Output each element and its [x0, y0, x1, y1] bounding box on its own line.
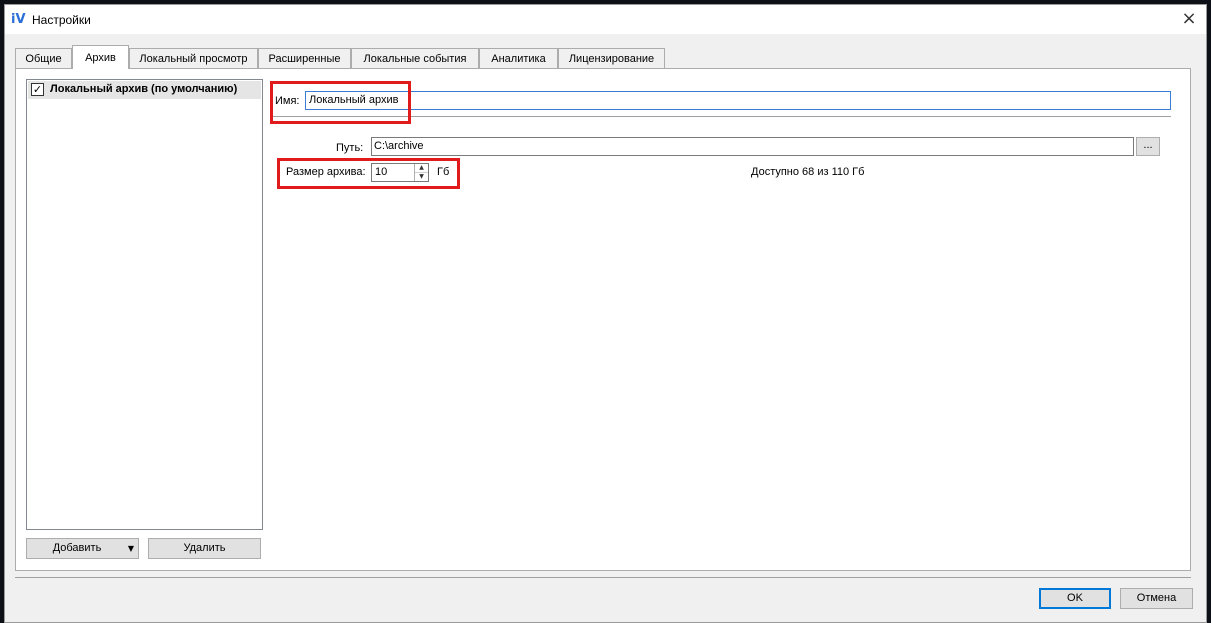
spin-down-icon[interactable]: ▼: [415, 173, 428, 181]
tab-licensing[interactable]: Лицензирование: [558, 48, 665, 68]
spin-buttons: ▲ ▼: [414, 164, 428, 181]
dropdown-caret-icon[interactable]: ▼: [128, 539, 134, 558]
dialog-divider: [15, 577, 1191, 578]
name-label: Имя:: [275, 95, 300, 107]
archive-size-label: Размер архива:: [286, 166, 366, 178]
available-space-text: Доступно 68 из 110 Гб: [751, 166, 865, 178]
tab-analytics[interactable]: Аналитика: [479, 48, 558, 68]
tab-general[interactable]: Общие: [15, 48, 72, 68]
tab-advanced[interactable]: Расширенные: [258, 48, 351, 68]
cancel-button[interactable]: Отмена: [1120, 588, 1193, 609]
path-input[interactable]: C:\archive: [371, 137, 1134, 156]
name-input[interactable]: Локальный архив: [305, 91, 1171, 110]
archive-size-value[interactable]: 10: [375, 166, 387, 178]
ok-button[interactable]: OK: [1039, 588, 1111, 609]
settings-window: iV Настройки × Общие Архив Локальный про…: [4, 4, 1207, 623]
browse-button[interactable]: ...: [1136, 137, 1160, 156]
close-icon[interactable]: ×: [1178, 9, 1200, 29]
archive-list[interactable]: ✓ Локальный архив (по умолчанию): [26, 79, 263, 530]
archive-tab-panel: ✓ Локальный архив (по умолчанию) Добавит…: [15, 68, 1191, 571]
add-button-label: Добавить: [52, 542, 102, 554]
tab-local-events[interactable]: Локальные события: [351, 48, 479, 68]
size-unit-label: Гб: [437, 166, 450, 178]
app-logo-icon: iV: [11, 12, 26, 27]
archive-enabled-checkbox[interactable]: ✓: [31, 83, 44, 96]
tab-local-view[interactable]: Локальный просмотр: [129, 48, 258, 68]
path-label: Путь:: [336, 142, 364, 154]
spin-up-icon[interactable]: ▲: [415, 164, 428, 173]
archive-size-stepper[interactable]: 10 ▲ ▼: [371, 163, 429, 182]
title-bar: iV Настройки ×: [5, 5, 1206, 34]
window-title: Настройки: [32, 13, 91, 27]
tab-archive[interactable]: Архив: [72, 45, 129, 69]
form-divider: [272, 116, 1171, 117]
delete-archive-button[interactable]: Удалить: [148, 538, 261, 559]
add-archive-button[interactable]: Добавить ▼: [26, 538, 139, 559]
list-item[interactable]: ✓ Локальный архив (по умолчанию): [28, 81, 261, 99]
list-item-label: Локальный архив (по умолчанию): [50, 83, 238, 95]
